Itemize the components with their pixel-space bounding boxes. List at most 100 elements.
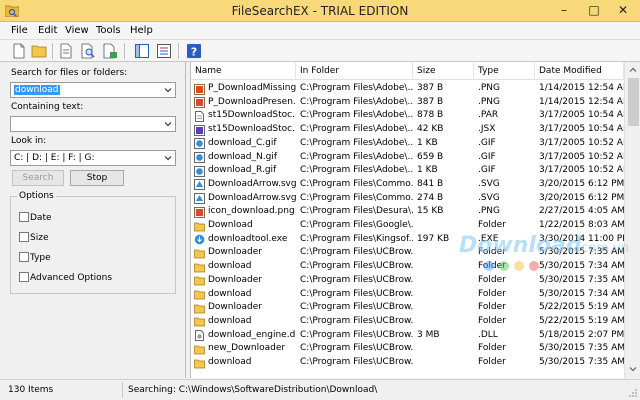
result-rows: P_DownloadMissing... C:\Program Files\Ado… [191, 82, 626, 378]
cell-date-text: 5/30/2015 7:35 AM [539, 274, 624, 285]
options-title: Options [17, 191, 56, 201]
scrollbar-thumb[interactable] [628, 78, 639, 126]
table-row[interactable]: download_R.gif C:\Program Files\Adobe\...… [191, 164, 626, 178]
menu-file[interactable]: File [11, 25, 28, 36]
size-checkbox[interactable] [19, 232, 29, 242]
table-row[interactable]: download C:\Program Files\UCBrow... Folder… [191, 288, 626, 302]
cell-size-text: 659 B [417, 151, 444, 162]
cell-name: P_DownloadPresen... [191, 96, 296, 110]
cell-date: 1/22/2015 8:03 AM [535, 219, 624, 233]
table-row[interactable]: st15DownloadStoc... C:\Program Files\Adob… [191, 109, 626, 123]
table-row[interactable]: P_DownloadPresen... C:\Program Files\Adob… [191, 96, 626, 110]
document-icon[interactable] [58, 43, 74, 59]
cell-date: 3/17/2005 10:54 AM [535, 109, 624, 123]
column-header-size[interactable]: Size [413, 62, 474, 80]
chevron-down-icon[interactable] [163, 119, 173, 129]
cell-name: download_C.gif [191, 137, 296, 151]
cell-folder-text: C:\Program Files\Commo... [300, 192, 413, 203]
table-row[interactable]: download_engine.dll C:\Program Files\UCBr… [191, 329, 626, 343]
cell-folder: C:\Program Files\Adobe\... [296, 96, 413, 110]
search-input[interactable]: download [10, 82, 176, 98]
close-button[interactable]: ✕ [608, 0, 638, 20]
cell-name-text: P_DownloadMissing... [208, 83, 296, 93]
cell-date: 1/14/2015 12:54 AM [535, 96, 624, 110]
table-row[interactable]: download C:\Program Files\UCBrow... Folder… [191, 260, 626, 274]
vertical-scrollbar[interactable] [624, 62, 640, 378]
open-folder-icon[interactable] [31, 43, 47, 59]
table-row[interactable]: Downloader C:\Program Files\UCBrow... Fold… [191, 301, 626, 315]
panel-icon[interactable] [134, 43, 150, 59]
cell-size: 1 KB [413, 137, 474, 151]
cell-name-text: download_N.gif [208, 151, 277, 162]
cell-folder-text: C:\Program Files\Adobe\... [300, 110, 413, 121]
table-row[interactable]: Downloader C:\Program Files\UCBrow... Fold… [191, 246, 626, 260]
chevron-down-icon[interactable] [163, 153, 173, 163]
stop-button[interactable]: Stop [70, 170, 124, 186]
scroll-down-icon[interactable] [628, 364, 638, 374]
cell-date: 5/30/2015 7:35 AM [535, 356, 624, 370]
search-button[interactable]: Search [12, 170, 64, 186]
look-in-select[interactable]: C: | D: | E: | F: | G: [10, 150, 176, 166]
table-row[interactable]: Downloader C:\Program Files\UCBrow... Fold… [191, 274, 626, 288]
cell-name: Downloader [191, 274, 296, 288]
cell-type: .JSX [474, 123, 535, 137]
svg-file-icon [194, 179, 205, 191]
table-row[interactable]: st15DownloadStoc... C:\Program Files\Adob… [191, 123, 626, 137]
cell-folder-text: C:\Program Files\UCBrow... [300, 329, 413, 340]
cell-name-text: download [208, 261, 252, 272]
cell-size: 1 KB [413, 164, 474, 178]
table-row[interactable]: DownloadArrow.svg C:\Program Files\Commo.… [191, 178, 626, 192]
table-row[interactable]: download C:\Program Files\UCBrow... Folder… [191, 315, 626, 329]
document-file-icon [195, 110, 204, 122]
cell-size: 3 MB [413, 329, 474, 343]
size-checkbox-label: Size [30, 233, 49, 243]
date-checkbox-label: Date [30, 213, 52, 223]
column-header-date[interactable]: Date Modified [535, 62, 624, 80]
cell-name: downloadtool.exe [191, 233, 296, 247]
cell-type-text: .PNG [478, 206, 500, 217]
containing-text-input[interactable] [10, 116, 176, 132]
cell-size-text: 387 B [417, 96, 444, 107]
table-row[interactable]: downloadtool.exe C:\Program Files\Kingsof… [191, 233, 626, 247]
help-icon[interactable]: ? [186, 43, 202, 59]
menu-edit[interactable]: Edit [38, 25, 57, 36]
search-status: Searching: C:\Windows\SoftwareDistributi… [128, 385, 378, 395]
table-row[interactable]: download_C.gif C:\Program Files\Adobe\...… [191, 137, 626, 151]
new-icon[interactable] [11, 43, 27, 59]
cell-folder-text: C:\Program Files\Adobe\... [300, 124, 413, 135]
advanced-options-checkbox[interactable] [19, 272, 29, 282]
results-list: Name In Folder Size Type Date Modified P… [190, 62, 640, 378]
find-document-icon[interactable] [80, 43, 96, 59]
table-row[interactable]: P_DownloadMissing... C:\Program Files\Ado… [191, 82, 626, 96]
cell-name-text: downloadtool.exe [208, 233, 288, 244]
column-header-type[interactable]: Type [474, 62, 535, 80]
date-checkbox[interactable] [19, 212, 29, 222]
menu-help[interactable]: Help [130, 25, 153, 36]
maximize-button[interactable]: □ [580, 0, 608, 20]
cell-date: 3/17/2005 10:52 AM [535, 151, 624, 165]
chevron-down-icon[interactable] [163, 85, 173, 95]
resize-grip-icon[interactable] [628, 388, 638, 398]
cell-type-text: Folder [478, 274, 506, 285]
folder-icon [194, 249, 205, 259]
save-document-icon[interactable] [102, 43, 118, 59]
toolbar-separator [52, 43, 53, 59]
table-row[interactable]: DownloadArrow.svg C:\Program Files\Commo.… [191, 192, 626, 206]
type-checkbox[interactable] [19, 252, 29, 262]
table-row[interactable]: Download C:\Program Files\Google\... Folde… [191, 219, 626, 233]
table-row[interactable]: new_Downloader C:\Program Files\UCBrow...… [191, 342, 626, 356]
table-row[interactable]: download_N.gif C:\Program Files\Adobe\...… [191, 151, 626, 165]
cell-type: Folder [474, 246, 535, 260]
cell-name: download_engine.dll [191, 329, 296, 343]
scroll-up-icon[interactable] [628, 65, 638, 75]
table-row[interactable]: download C:\Program Files\UCBrow... Folder… [191, 356, 626, 370]
cell-type-text: .JSX [478, 124, 496, 135]
column-header-name[interactable]: Name [191, 62, 296, 80]
menu-tools[interactable]: Tools [96, 25, 121, 36]
minimize-button[interactable]: – [550, 0, 578, 20]
menu-view[interactable]: View [65, 25, 89, 36]
table-row[interactable]: icon_download.png C:\Program Files\Desura… [191, 205, 626, 219]
cell-folder-text: C:\Program Files\Commo... [300, 178, 413, 189]
list-view-icon[interactable] [156, 43, 172, 59]
column-header-folder[interactable]: In Folder [296, 62, 413, 80]
